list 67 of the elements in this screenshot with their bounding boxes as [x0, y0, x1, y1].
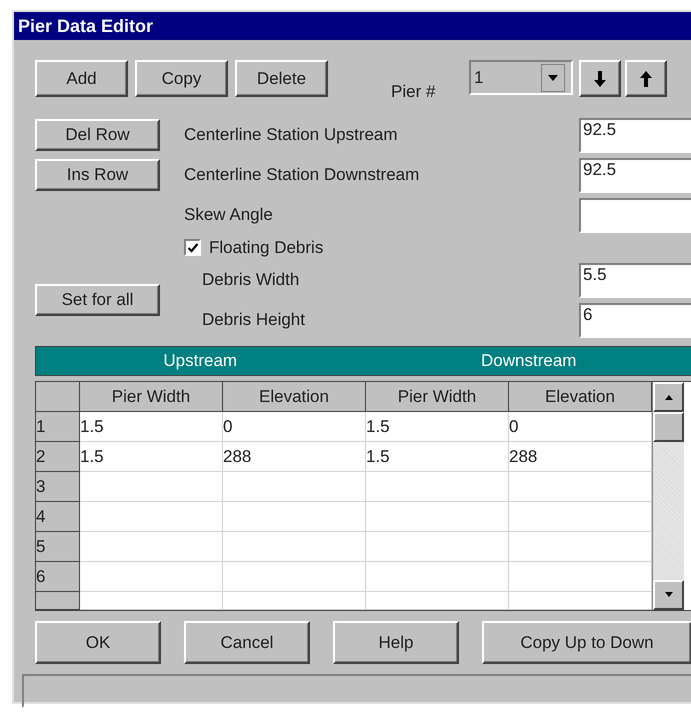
column-header: Elevation — [509, 382, 652, 412]
down-arrow-icon — [593, 70, 607, 88]
up-arrow-icon — [639, 70, 653, 88]
row-header: 3 — [36, 472, 80, 502]
table-cell[interactable] — [366, 502, 509, 532]
table-cell[interactable] — [80, 502, 223, 532]
table-cell[interactable] — [223, 562, 366, 592]
toolbar-button[interactable]: Add — [35, 60, 128, 97]
checkbox-label: Floating Debris — [209, 238, 324, 258]
field-label: Debris Height — [201, 310, 306, 330]
field-label: Centerline Station Upstream — [184, 125, 399, 145]
pier-dropdown[interactable]: 1 — [469, 60, 573, 95]
table-cell[interactable] — [223, 502, 366, 532]
table-cell[interactable]: 1.5 — [366, 442, 509, 472]
row-header: 6 — [36, 562, 80, 592]
column-header: Elevation — [223, 382, 366, 412]
toolbar-button[interactable]: Copy — [135, 60, 228, 97]
table-cell[interactable] — [80, 592, 223, 610]
scrollbar[interactable] — [652, 382, 684, 610]
input-field[interactable]: 92.5 — [579, 158, 691, 192]
table-cell[interactable] — [80, 532, 223, 562]
scroll-down-icon — [662, 591, 674, 599]
table-cell[interactable] — [366, 532, 509, 562]
pier-label: Pier # — [391, 82, 436, 102]
dialog-button[interactable]: Help — [333, 621, 459, 664]
field-label: Centerline Station Downstream — [184, 165, 420, 185]
group-header: Downstream — [480, 351, 578, 371]
move-down-button[interactable] — [579, 60, 621, 97]
table-cell[interactable] — [80, 472, 223, 502]
table-cell[interactable]: 1.5 — [80, 412, 223, 442]
dialog-button[interactable]: Cancel — [184, 621, 310, 664]
table-cell[interactable] — [223, 472, 366, 502]
window-title: Pier Data Editor — [14, 12, 691, 40]
field-label: Skew Angle — [184, 205, 274, 225]
table-cell[interactable] — [223, 592, 366, 610]
row-header: 4 — [36, 502, 80, 532]
input-field[interactable]: 6 — [579, 302, 691, 338]
input-field[interactable]: 92.5 — [579, 118, 691, 152]
column-header: Pier Width — [80, 382, 223, 412]
table-cell[interactable]: 0 — [223, 412, 366, 442]
scroll-up-icon — [662, 393, 674, 401]
move-up-button[interactable] — [625, 60, 667, 97]
row-header: 2 — [36, 442, 80, 472]
table-cell[interactable]: 288 — [223, 442, 366, 472]
check-icon — [186, 242, 198, 254]
table-cell[interactable]: 1.5 — [366, 412, 509, 442]
table-cell[interactable]: 1.5 — [80, 442, 223, 472]
input-field[interactable] — [579, 198, 691, 232]
table-cell[interactable] — [366, 562, 509, 592]
group-header: Upstream — [162, 351, 238, 371]
table-cell[interactable] — [80, 562, 223, 592]
table-cell[interactable] — [366, 472, 509, 502]
field-label: Debris Width — [201, 270, 300, 290]
dialog-button[interactable]: OK — [35, 621, 161, 664]
set-for-all-button[interactable]: Set for all — [35, 284, 160, 316]
row-button[interactable]: Del Row — [35, 119, 160, 151]
dialog-button[interactable]: Copy Up to Down — [482, 621, 691, 664]
toolbar-button[interactable]: Delete — [235, 60, 328, 97]
scroll-thumb[interactable] — [653, 412, 684, 442]
column-header: Pier Width — [366, 382, 509, 412]
table-cell[interactable] — [366, 592, 509, 610]
row-button[interactable]: Ins Row — [35, 159, 160, 191]
input-field[interactable]: 5.5 — [579, 262, 691, 298]
table-cell[interactable] — [223, 532, 366, 562]
checkbox[interactable] — [184, 239, 201, 256]
row-header: 1 — [36, 412, 80, 442]
row-header: 5 — [36, 532, 80, 562]
